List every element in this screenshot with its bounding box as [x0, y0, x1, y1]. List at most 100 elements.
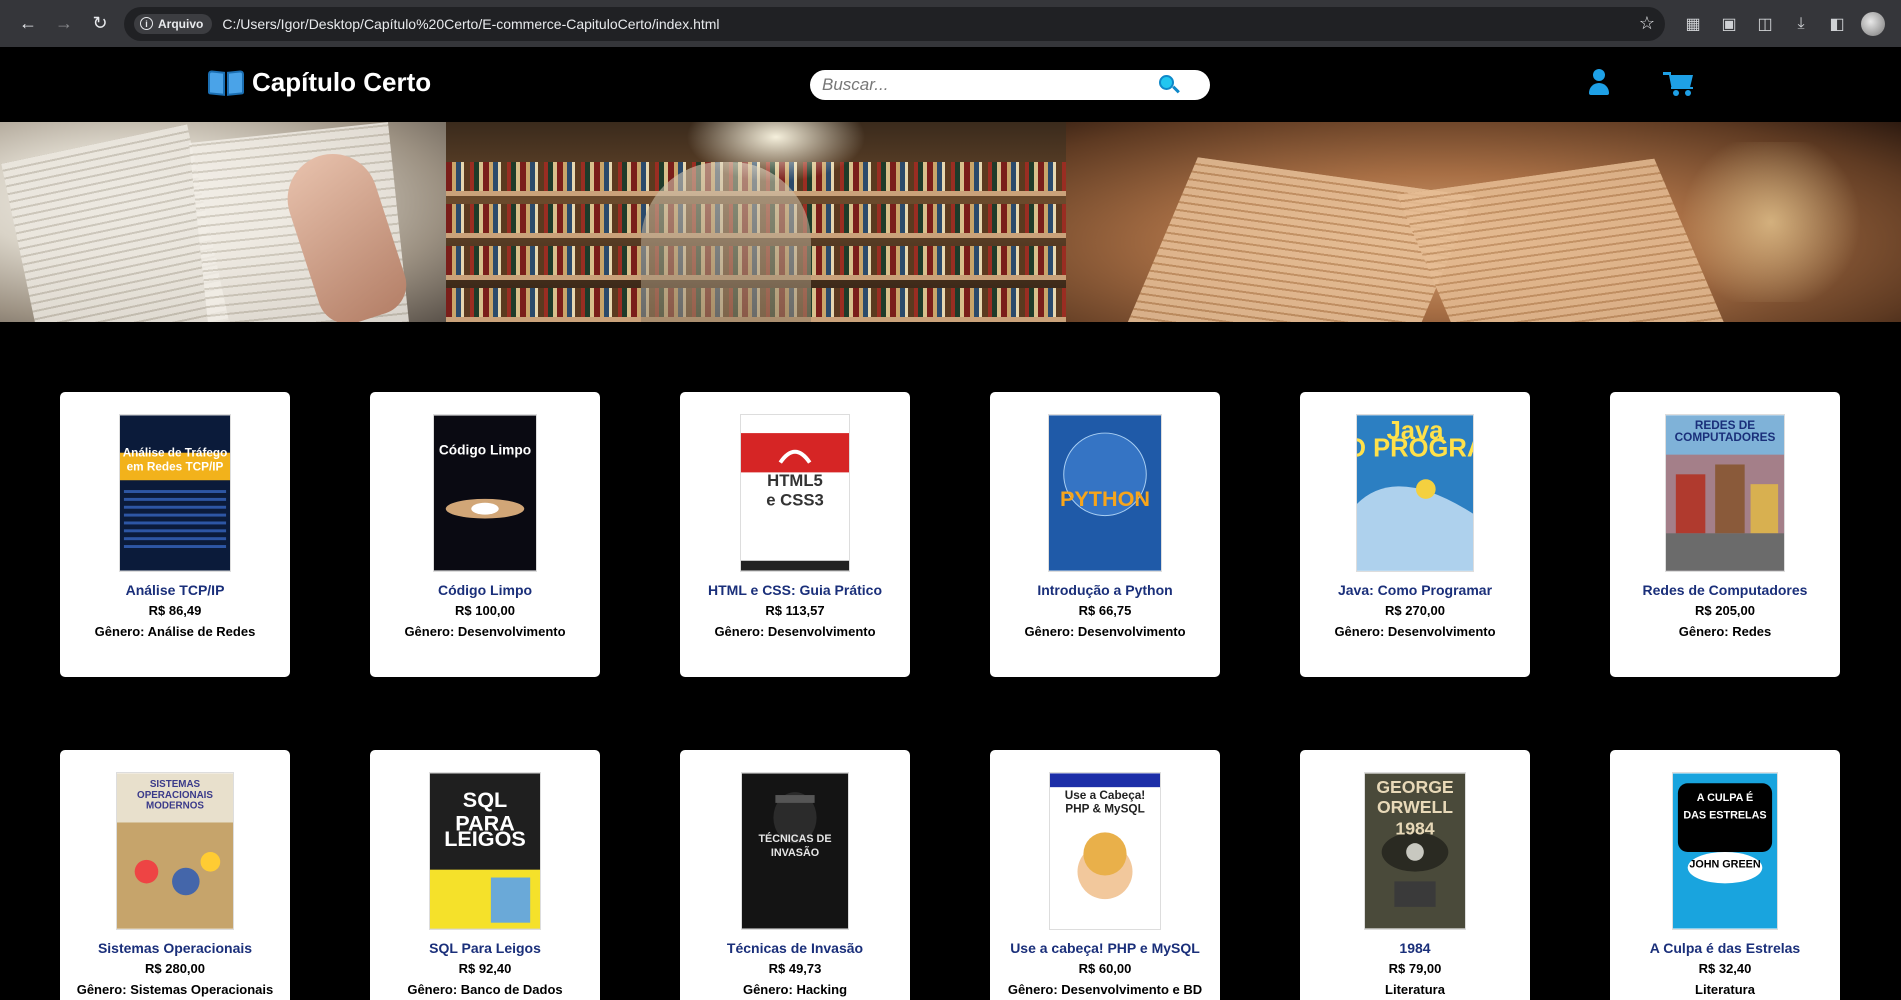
book-cover-image[interactable]: A CULPA É DAS ESTRELAS JOHN GREEN [1672, 772, 1778, 930]
cover-title-text: COMPUTADORES [1675, 430, 1776, 444]
product-title[interactable]: Sistemas Operacionais [60, 940, 290, 956]
translate-icon[interactable]: ▦ [1675, 6, 1711, 42]
book-cover-image[interactable]: Use a Cabeça! PHP & MySQL [1049, 772, 1161, 930]
user-icon[interactable] [1587, 69, 1611, 97]
product-card[interactable]: Análise de Tráfego em Redes TCP/IP Análise… [60, 392, 290, 677]
genre-label: Gênero: [404, 624, 455, 639]
product-genre: Gênero: Hacking [680, 982, 910, 997]
product-genre: Gênero: Desenvolvimento [370, 624, 600, 639]
cover-title-text: TÉCNICAS DE [758, 832, 831, 845]
download-icon[interactable]: ⤓ [1783, 6, 1819, 42]
product-title[interactable]: SQL Para Leigos [370, 940, 600, 956]
open-book-icon [208, 69, 244, 97]
cover-title-text: 1984 [1395, 818, 1434, 838]
genre-label: Gênero: [407, 982, 458, 997]
search-icon[interactable] [1158, 74, 1180, 96]
product-price: R$ 60,00 [1078, 961, 1132, 976]
cover-title-text: e CSS3 [766, 491, 824, 510]
genre-value: Desenvolvimento e BD [1061, 982, 1203, 997]
product-price: R$ 205,00 [1695, 603, 1755, 618]
genre-value: Literatura [1385, 982, 1445, 997]
product-price: R$ 280,00 [145, 961, 205, 976]
product-title[interactable]: 1984 [1300, 940, 1530, 956]
back-arrow-icon[interactable]: ← [10, 6, 46, 42]
product-price: R$ 49,73 [768, 961, 822, 976]
product-price: R$ 32,40 [1698, 961, 1752, 976]
product-card[interactable]: JavaCOMO PROGRAMAR Java: Como Programar R$… [1300, 392, 1530, 677]
banner-image-library [446, 122, 1066, 322]
search-input[interactable] [822, 75, 1158, 95]
info-icon: i [140, 17, 153, 30]
product-title[interactable]: A Culpa é das Estrelas [1610, 940, 1840, 956]
side-panel-icon[interactable]: ◧ [1819, 6, 1855, 42]
book-cover-image[interactable]: REDES DE COMPUTADORES [1665, 414, 1785, 572]
book-cover-image[interactable]: Código Limpo [433, 414, 537, 572]
url-text[interactable]: C:/Users/Igor/Desktop/Capítulo%20Certo/E… [222, 16, 1639, 32]
hero-banner [0, 122, 1901, 322]
cover-title-text: Código Limpo [439, 443, 531, 458]
product-card[interactable]: TÉCNICAS DE INVASÃO Técnicas de Invasão R$ … [680, 750, 910, 1000]
genre-value: Análise de Redes [147, 624, 256, 639]
book-cover-image[interactable]: JavaCOMO PROGRAMAR [1356, 414, 1474, 572]
brand-logo[interactable]: Capítulo Certo [208, 67, 431, 98]
book-cover-image[interactable]: SQL PARA LEIGOS [429, 772, 541, 930]
cart-icon[interactable] [1663, 71, 1695, 97]
genre-label: Gênero: [94, 624, 145, 639]
product-card[interactable]: HTML5 e CSS3 HTML e CSS: Guia Prático R$ 11… [680, 392, 910, 677]
product-card[interactable]: Use a Cabeça! PHP & MySQL Use a cabeça! PH… [990, 750, 1220, 1000]
book-cover-image[interactable]: Análise de Tráfego em Redes TCP/IP [119, 414, 231, 572]
cover-title-text: ORWELL [1377, 797, 1453, 817]
product-price: R$ 113,57 [765, 603, 825, 618]
product-card[interactable]: A CULPA É DAS ESTRELAS JOHN GREEN A Culpa é… [1610, 750, 1840, 1000]
book-cover-image[interactable]: GEORGE ORWELL 1984 [1364, 772, 1466, 930]
book-cover-image[interactable]: PYTHON [1048, 414, 1162, 572]
book-cover-image[interactable]: SISTEMAS OPERACIONAIS MODERNOS [116, 772, 234, 930]
avatar [1861, 11, 1885, 36]
forward-arrow-icon[interactable]: → [46, 6, 82, 42]
product-title[interactable]: Código Limpo [370, 582, 600, 598]
product-genre: Gênero: Banco de Dados [370, 982, 600, 997]
product-title[interactable]: HTML e CSS: Guia Prático [680, 582, 910, 598]
product-title[interactable]: Técnicas de Invasão [680, 940, 910, 956]
product-title[interactable]: Introdução a Python [990, 582, 1220, 598]
product-title[interactable]: Análise TCP/IP [60, 582, 290, 598]
address-bar[interactable]: i Arquivo C:/Users/Igor/Desktop/Capítulo… [124, 6, 1665, 41]
cover-title-text: GEORGE [1376, 777, 1454, 797]
genre-label: Gênero: [1334, 624, 1385, 639]
product-title[interactable]: Use a cabeça! PHP e MySQL [990, 940, 1220, 956]
cover-title-text: PHP & MySQL [1065, 803, 1145, 816]
profile-avatar[interactable] [1855, 6, 1891, 42]
genre-label: Gênero: [714, 624, 765, 639]
product-card[interactable]: GEORGE ORWELL 1984 1984 R$ 79,00 Literatura [1300, 750, 1530, 1000]
book-cover-image[interactable]: HTML5 e CSS3 [740, 414, 850, 572]
site-header: Capítulo Certo [0, 47, 1901, 122]
product-price: R$ 100,00 [455, 603, 515, 618]
cover-title-text: PYTHON [1060, 486, 1150, 511]
product-card[interactable]: SISTEMAS OPERACIONAIS MODERNOS Sistemas Ope… [60, 750, 290, 1000]
product-card[interactable]: Código Limpo Código Limpo R$ 100,00 Gênero:… [370, 392, 600, 677]
product-price: R$ 92,40 [458, 961, 512, 976]
site-info-chip[interactable]: i Arquivo [134, 13, 213, 34]
cover-title-text: MODERNOS [146, 801, 204, 812]
cover-title-text: LEIGOS [444, 826, 526, 851]
puzzle-icon[interactable]: ◫ [1747, 6, 1783, 42]
site-chip-label: Arquivo [158, 16, 204, 31]
genre-label: Gênero: [76, 982, 127, 997]
product-title[interactable]: Redes de Computadores [1610, 582, 1840, 598]
extension-icon[interactable]: ▣ [1711, 6, 1747, 42]
product-card[interactable]: SQL PARA LEIGOS SQL Para Leigos R$ 92,40 Gêne… [370, 750, 600, 1000]
product-genre: Gênero: Desenvolvimento e BD [990, 982, 1220, 997]
cover-title-text: JOHN GREEN [1689, 859, 1761, 871]
bookmark-star-icon[interactable]: ☆ [1639, 13, 1655, 34]
cover-title-text: DAS ESTRELAS [1683, 810, 1766, 822]
product-genre: Gênero: Desenvolvimento [1300, 624, 1530, 639]
cover-title-text: em Redes TCP/IP [127, 460, 224, 473]
cover-title-text: INVASÃO [771, 846, 819, 859]
cover-title-text: SISTEMAS [150, 779, 201, 790]
book-cover-image[interactable]: TÉCNICAS DE INVASÃO [741, 772, 849, 930]
product-card[interactable]: REDES DE COMPUTADORES Redes de Computadore… [1610, 392, 1840, 677]
reload-icon[interactable]: ↻ [82, 6, 118, 42]
cover-title-text: A CULPA É [1697, 791, 1754, 804]
product-card[interactable]: PYTHON Introdução a Python R$ 66,75 Gênero:… [990, 392, 1220, 677]
product-title[interactable]: Java: Como Programar [1300, 582, 1530, 598]
